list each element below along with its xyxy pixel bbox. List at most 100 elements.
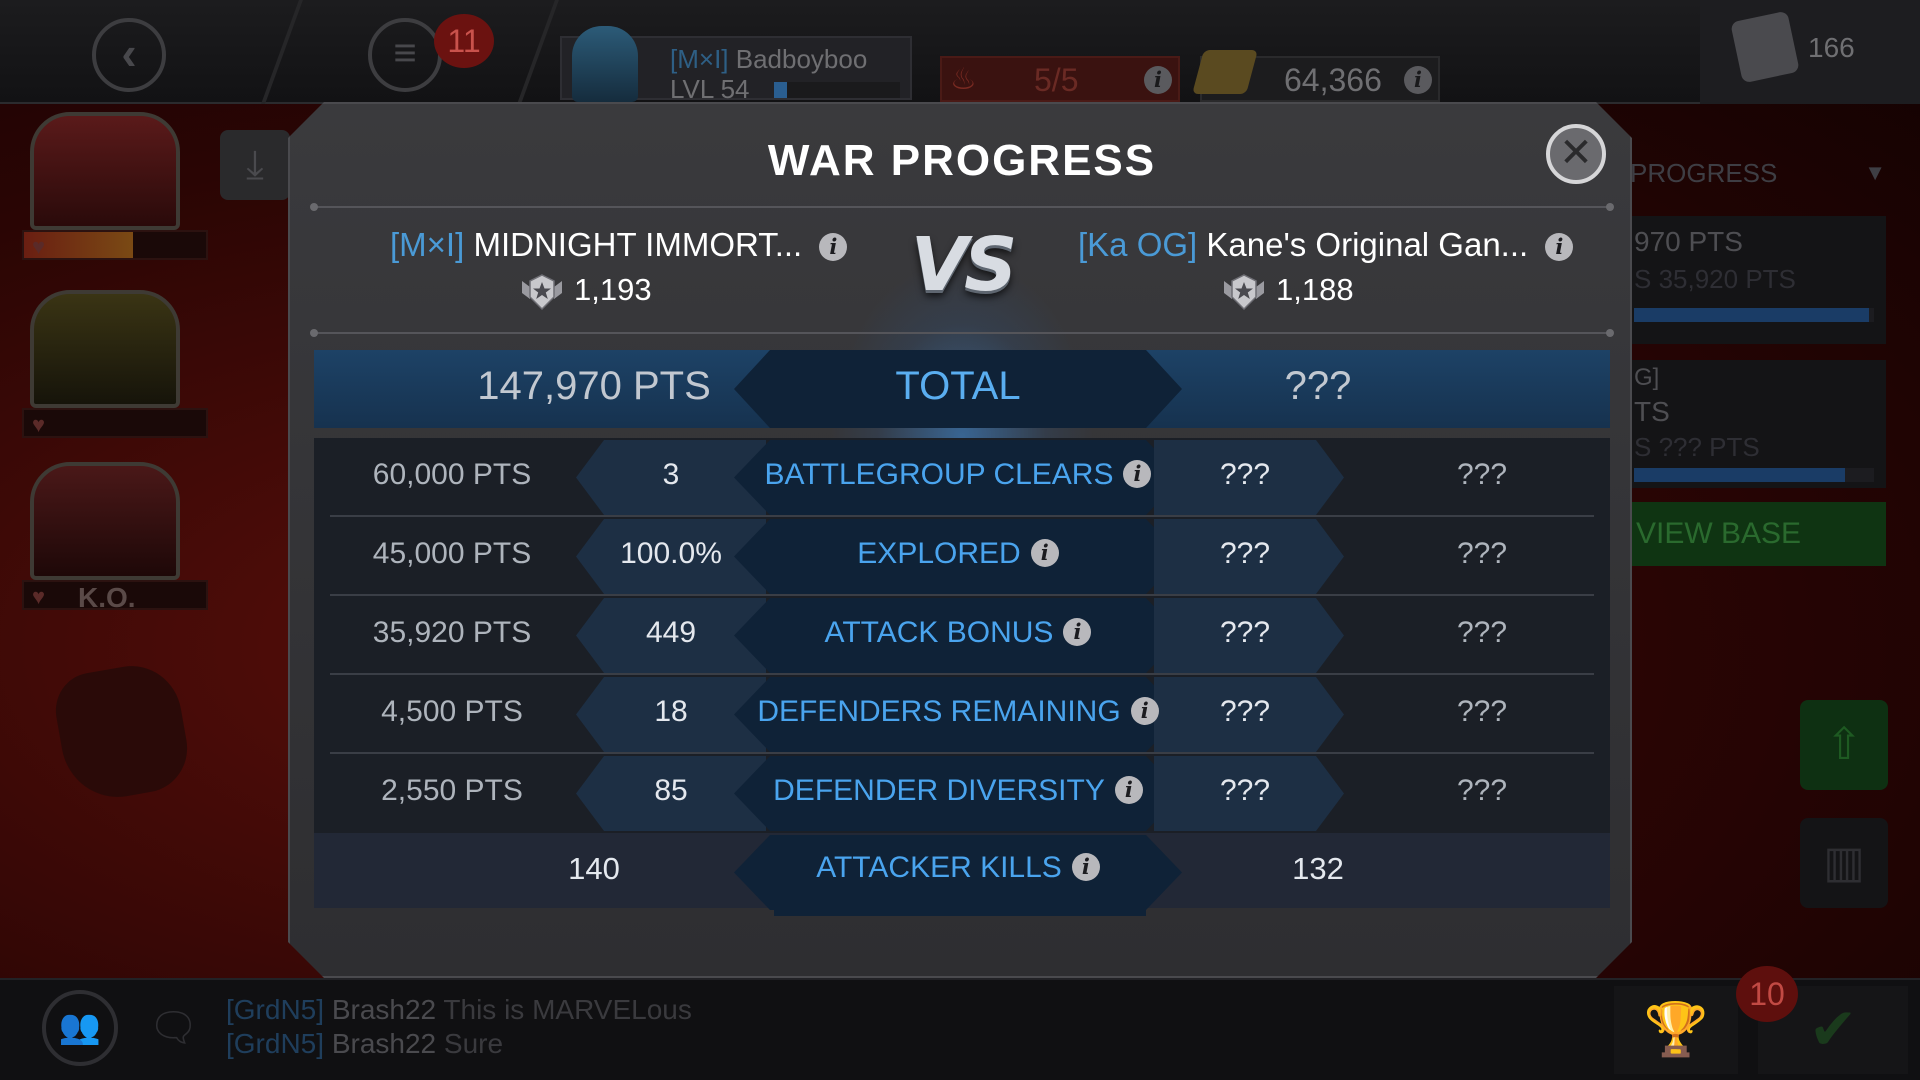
stat-left-points: 60,000 PTS [372,458,532,491]
player-card[interactable]: [M×I] Badboyboo LVL 54 [560,26,912,104]
quest-badge: 10 [1736,966,1798,1022]
stat-right-points: ??? [1456,616,1508,649]
side-card-left: 970 PTS S 35,920 PTS [1630,216,1886,344]
chat-message[interactable]: [GrdN5] Brash22 Sure [226,1028,503,1060]
heart-icon: ♥ [32,412,46,437]
left-alliance: [M×I] MIDNIGHT IMMORT... i 1,193 [390,226,810,316]
war-progress-modal: WAR PROGRESS ✕ [M×I] MIDNIGHT IMMORT... … [288,102,1632,978]
side-progress-fill [1634,468,1846,482]
stat-right-count: ??? [1219,774,1271,807]
energy-value: 5/5 [1034,62,1079,98]
right-alliance: [Ka OG] Kane's Original Gan... i 1,188 [1078,226,1598,316]
stat-right-points: ??? [1456,458,1508,491]
xp-bar [774,82,900,98]
info-icon[interactable]: i [1545,233,1573,261]
chat-message[interactable]: [GrdN5] Brash22 This is MARVELous [226,994,692,1026]
health-bar: ♥ [22,408,208,438]
up-arrow-icon[interactable]: ⇧ [1800,700,1888,790]
right-alliance-name[interactable]: [Ka OG] Kane's Original Gan... i [1078,226,1573,264]
stat-right-points: ??? [1456,695,1508,728]
stat-row-explored: 45,000 PTS 100.0% EXPLORED i ??? ??? [314,517,1610,596]
health-bar: ♥ K.O. [22,580,208,613]
info-icon[interactable]: i [1063,618,1091,646]
info-icon[interactable]: i [1031,539,1059,567]
stat-right-count: ??? [1219,695,1271,728]
side-progress-fill [1634,308,1870,322]
menu-badge: 11 [434,14,494,68]
roster-champion-vision[interactable]: ♥ [18,112,208,262]
player-level: LVL 54 [670,74,750,104]
gold-value: 64,366 [1284,62,1382,98]
info-icon[interactable]: i [1144,66,1172,94]
kills-right-value: 132 [1292,851,1344,886]
side-card-subpoints: S ??? PTS [1634,432,1760,462]
stat-row-attack-bonus: 35,920 PTS 449 ATTACK BONUS i ??? ??? [314,596,1610,675]
stat-label[interactable]: DEFENDERS REMAINING i [734,695,1182,729]
hud-divider [261,0,303,104]
stat-row-defender-diversity: 2,550 PTS 85 DEFENDER DIVERSITY i ??? ??? [314,754,1610,833]
stat-row-battlegroup-clears: 60,000 PTS 3 BATTLEGROUP CLEARS i ??? ??? [314,438,1610,517]
stat-label[interactable]: BATTLEGROUP CLEARS i [734,458,1182,492]
map-node[interactable] [49,658,195,806]
roster-champion-wolverine[interactable]: ♥ [18,290,208,440]
stat-label[interactable]: EXPLORED i [734,537,1182,571]
side-card-subpoints: S 35,920 PTS [1634,264,1796,294]
stat-left-points: 35,920 PTS [372,616,532,649]
side-card-points: 970 PTS [1634,226,1743,257]
side-progress-bar [1634,468,1874,482]
stat-left-points: 2,550 PTS [381,774,523,807]
hud-divider [517,0,559,104]
units-counter[interactable]: 166 [1700,0,1920,104]
side-progress-bar [1634,308,1874,322]
stat-right-count: ??? [1219,537,1271,570]
player-name: [M×I] Badboyboo [670,44,868,74]
top-hud: ‹ ≡ 11 [M×I] Badboyboo LVL 54 ♨ 5/5 i 64… [0,0,1920,104]
stat-right-count: ??? [1219,616,1271,649]
stat-right-points: ??? [1456,774,1508,807]
energy-icon: ♨ [950,63,977,96]
side-card-tag: G] [1634,364,1660,391]
info-icon[interactable]: i [1123,460,1151,488]
champion-portrait [30,462,180,580]
map-icon[interactable]: ▥ [1800,818,1888,908]
vs-emblem: VS [910,222,1014,308]
champion-portrait [30,290,180,408]
stat-right-points: ??? [1456,537,1508,570]
roster-champion-captain-marvel[interactable]: ♥ K.O. [18,462,208,613]
trophy-icon[interactable]: 🏆 [1614,986,1738,1074]
view-base-button[interactable]: VIEW BASE [1632,502,1886,566]
health-bar: ♥ [22,230,208,260]
units-value: 166 [1808,32,1855,63]
war-energy[interactable]: ♨ 5/5 i [940,56,1180,102]
left-alliance-rating: 1,193 [520,272,652,311]
ko-label: K.O. [78,582,136,613]
back-arrow-icon[interactable]: ‹ [92,18,166,92]
stat-row-defenders-remaining: 4,500 PTS 18 DEFENDERS REMAINING i ??? ??… [314,675,1610,754]
info-icon[interactable]: i [1115,776,1143,804]
heart-icon: ♥ [32,584,46,609]
stats-table: 60,000 PTS 3 BATTLEGROUP CLEARS i ??? ???… [314,438,1610,908]
divider [314,332,1610,334]
menu-icon[interactable]: ≡ [368,18,442,92]
war-rating-icon [1222,273,1266,311]
left-alliance-name[interactable]: [M×I] MIDNIGHT IMMORT... i [390,226,847,264]
alliance-icon[interactable]: 👥 [42,990,118,1066]
stat-row-attacker-kills: 140 ATTACKER KILLS i 132 [314,833,1610,908]
stat-right-count: ??? [1219,458,1271,491]
side-card-points: TS [1634,396,1670,427]
defender-toggle-icon[interactable]: ⤓ [220,130,290,200]
info-icon[interactable]: i [1404,66,1432,94]
gold-counter[interactable]: 64,366 i [1192,50,1440,102]
side-panel-header: PROGRESS [1630,158,1778,188]
stat-label[interactable]: DEFENDER DIVERSITY i [734,774,1182,808]
total-right-points: ??? [1284,364,1352,408]
close-icon[interactable]: ✕ [1546,124,1606,184]
stat-label[interactable]: ATTACK BONUS i [734,616,1182,650]
champion-portrait [30,112,180,230]
chat-icon[interactable]: 🗨 [148,1004,199,1051]
stat-left-points: 45,000 PTS [372,537,532,570]
avatar [572,26,638,102]
units-icon [1730,10,1800,84]
total-row: 147,970 PTS TOTAL ??? [314,350,1610,428]
chevron-down-icon[interactable]: ▼ [1864,160,1886,186]
